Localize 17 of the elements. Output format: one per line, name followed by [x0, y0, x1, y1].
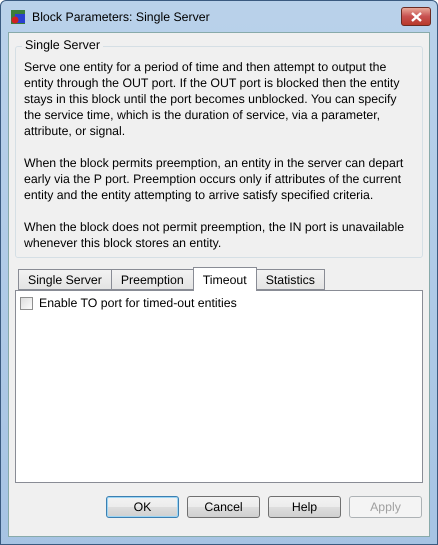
close-button[interactable]: [401, 7, 431, 26]
group-legend: Single Server: [22, 38, 104, 52]
checkbox-label: Enable TO port for timed-out entities: [39, 296, 237, 310]
app-icon: [10, 8, 26, 24]
dialog-button[interactable]: Cancel: [187, 496, 260, 518]
close-icon: [410, 12, 422, 22]
description-text: When the block permits preemption, an entity in the server can depart early via the P port. Preemption occurs only if attributes of the current entity and the entity attempting to arrive satisfy specified criteria.: [24, 155, 404, 203]
tab[interactable]: Timeout: [192, 267, 257, 291]
description-text: Serve one entity for a period of time and then attempt to output the entity through the OUT port. If the OUT port is blocked then the entity stays in this block until the port becomes unblocked. You can specify the service time, which is the duration of service, via a parameter, attribute, or signal.: [24, 59, 400, 139]
dialog-button[interactable]: OK: [106, 496, 179, 518]
checkbox[interactable]: [20, 296, 33, 310]
window-title: Block Parameters: Single Server: [32, 10, 210, 24]
tab[interactable]: Statistics: [256, 269, 325, 290]
description-text: When the block does not permit preemption, the IN port is unavailable whenever this block stores an entity.: [24, 219, 406, 251]
tab[interactable]: Preemption: [110, 269, 194, 290]
dialog-button[interactable]: Help: [268, 496, 341, 518]
tab[interactable]: Single Server: [18, 269, 112, 290]
